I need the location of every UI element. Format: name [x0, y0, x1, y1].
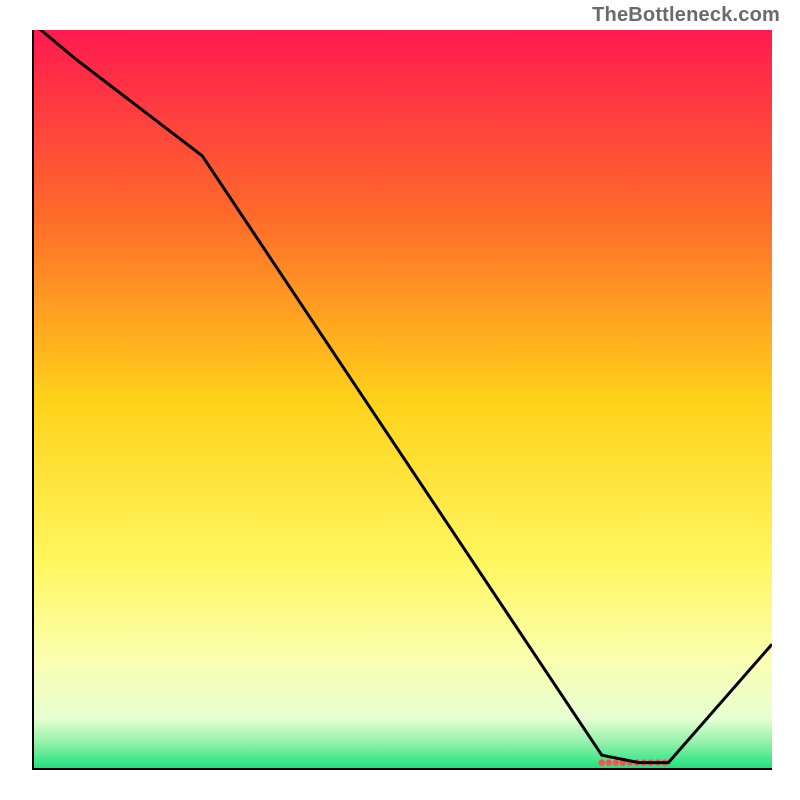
gradient-background [32, 30, 772, 770]
chart-svg [32, 30, 772, 770]
watermark-text: TheBottleneck.com [592, 4, 780, 27]
bottleneck-chart [32, 30, 772, 770]
